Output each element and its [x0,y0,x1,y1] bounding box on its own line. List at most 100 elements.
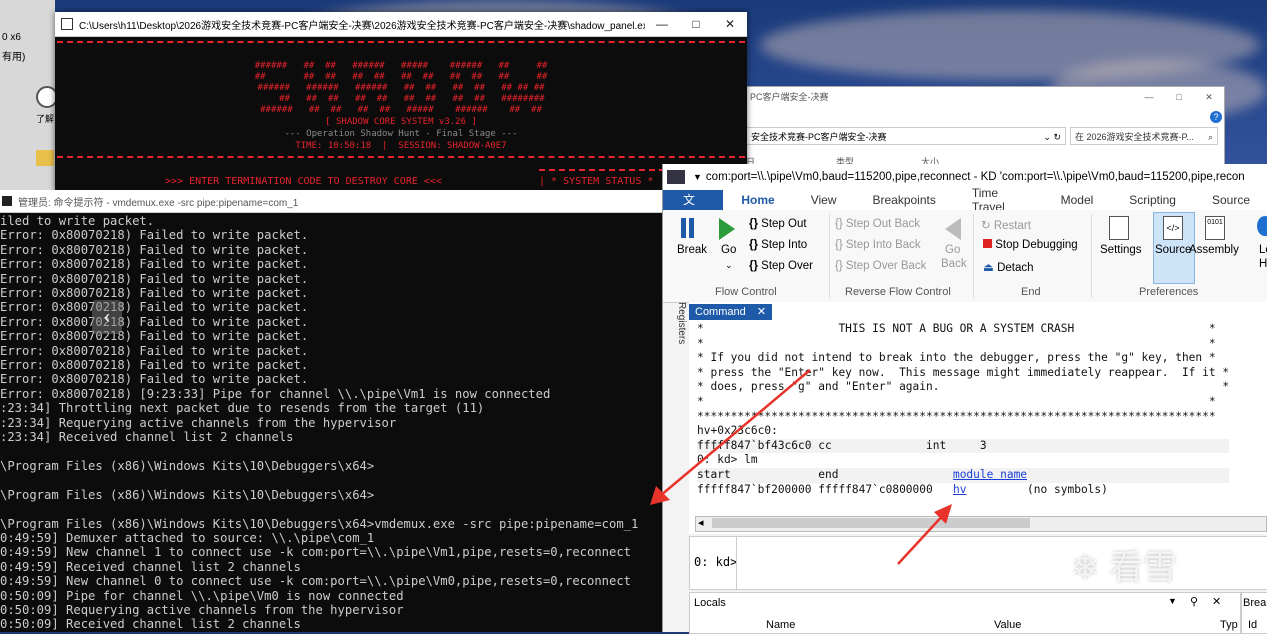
local-label-2[interactable]: He [1259,258,1267,270]
banner-line: ## ## ## ## ## ## ## ## ## ## ## [254,72,548,82]
tab-source[interactable]: Source [1194,193,1267,207]
desktop-window-edge: 0 x6 有用) 了解 [0,0,58,190]
tab-scripting[interactable]: Scripting [1111,193,1194,207]
go-back-label-2[interactable]: Back [941,258,967,270]
search-box[interactable]: 在 2026游戏安全技术竞赛-P... ⌕ [1070,127,1218,145]
cmd-line: 0:49:59] New channel 0 to connect use -k… [0,574,632,589]
cmd-line [0,502,662,516]
help-icon[interactable]: ? [1210,111,1222,123]
operation-line: --- Operation Shadow Hunt - Final Stage … [284,129,518,139]
source-icon: </> [1163,216,1183,240]
step-icon: {} [749,218,758,230]
minimize-icon[interactable]: — [1134,87,1164,107]
cmd-line: Error: 0x80070218) Failed to write packe… [0,271,309,286]
step-over-back-label: Step Over Back [845,260,927,272]
divider [829,214,830,298]
cmd-line [0,473,662,487]
col-value[interactable]: Value [994,619,1021,631]
address-bar[interactable]: 安全技术竞赛-PC客户端安全-决赛 ⌄ ↻ [746,127,1066,145]
step-into-back-label: Step Into Back [845,239,921,251]
annotation-arrow [897,504,952,565]
tab-breakpoints[interactable]: Breakpoints [854,193,953,207]
group-flow-control: Flow Control [715,286,777,298]
step-over-button[interactable]: {} Step Over [749,260,813,272]
shadow-panel-window[interactable]: C:\Users\h11\Desktop\2026游戏安全技术竞赛-PC客户端安… [55,12,747,192]
refresh-icon[interactable]: ⌄ ↻ [1043,128,1061,146]
tab-home[interactable]: Home [723,193,792,207]
step-icon: {} [835,218,843,230]
restart-icon: ↻ [981,220,991,232]
col-type[interactable]: Typ [1220,619,1238,631]
maximize-icon[interactable]: □ [1164,87,1194,107]
step-out-back-label: Step Out Back [845,218,921,230]
kd-prompt: 0: kd> [694,555,738,569]
edge-text: 有用) [2,52,26,63]
settings-button[interactable]: Settings [1100,244,1142,256]
command-tab[interactable]: Command ✕ [689,304,773,320]
chevron-down-icon[interactable]: ▼ [693,172,702,182]
step-into-button[interactable]: {} Step Into [749,239,807,251]
cmd-line: Error: 0x80070218) Failed to write packe… [0,228,309,243]
assembly-button[interactable]: Assembly [1189,244,1239,256]
console-icon [61,18,73,30]
command-line: * THIS IS NOT A BUG OR A SYSTEM CRASH * [697,322,1216,335]
time-session: TIME: 10:50:18 | SESSION: SHADOW-A0E7 [295,141,507,151]
close-icon[interactable]: ✕ [1194,87,1224,107]
stop-debugging-button[interactable]: Stop Debugging [983,239,1078,251]
window-title: C:\Users\h11\Desktop\2026游戏安全技术竞赛-PC客户端安… [79,20,645,32]
restart-button[interactable]: ↻ Restart [981,218,1031,232]
go-button[interactable]: Go [721,244,736,256]
chevron-down-icon[interactable]: ⌄ [725,260,733,271]
tab-file[interactable]: 文件 [663,190,724,227]
break-button[interactable]: Break [677,244,707,256]
step-over-back-button[interactable]: {} Step Over Back [835,260,926,272]
detach-label: Detach [997,262,1034,274]
go-back-label-1[interactable]: Go [945,244,960,256]
cmd-window[interactable]: 管理员: 命令提示符 - vmdemux.exe -src pipe:pipen… [0,190,662,632]
group-end: End [1021,286,1041,298]
source-button[interactable]: Source [1155,244,1191,256]
tab-view[interactable]: View [793,193,855,207]
module-symbols: (no symbols) [966,482,1108,496]
cmd-output: iled to write packet. Error: 0x80070218) … [0,214,662,632]
step-out-button[interactable]: {} Step Out [749,218,807,230]
cmd-line: Error: 0x80070218) Failed to write packe… [0,242,309,257]
cmd-line: 0:49:59] Received channel list 2 channel… [0,559,301,574]
maximize-icon[interactable]: □ [679,17,713,31]
window-title: com:port=\\.\pipe\Vm0,baud=115200,pipe,r… [705,171,1245,183]
folder-icon[interactable] [36,150,54,166]
local-help-icon [1257,216,1267,236]
cmd-line: 0:49:59] Demuxer attached to source: \\.… [0,530,375,545]
system-name: [ SHADOW CORE SYSTEM v3.26 ] [325,117,477,127]
pause-icon [679,218,697,240]
col-id[interactable]: Id [1248,619,1257,631]
locals-title: Locals [694,597,726,609]
minimize-icon[interactable]: — [645,17,679,31]
cmd-line: \Program Files (x86)\Windows Kits\10\Deb… [0,487,375,502]
settings-icon [1109,216,1129,240]
banner-line: ###### ## ## ###### ##### ###### ## ## [254,61,548,71]
close-icon[interactable]: ✕ [757,306,766,318]
ribbon: Break Go ⌄ {} Step Out {} Step Into {} S… [663,210,1267,303]
cmd-line: 0:50:09] Pipe for channel \\.\pipe\Vm0 i… [0,588,404,603]
close-icon[interactable]: ✕ [713,17,747,31]
detach-button[interactable]: ⏏ Detach [983,260,1034,274]
module-hv-link[interactable]: hv [953,483,966,496]
chevron-left-icon[interactable]: ‹ [92,300,122,334]
local-label-1[interactable]: Lo [1259,244,1267,256]
cmd-line: \Program Files (x86)\Windows Kits\10\Deb… [0,458,375,473]
cmd-icon [2,196,12,206]
cmd-line: :23:34] Requerying active channels from … [0,415,397,430]
termination-prompt: >>> ENTER TERMINATION CODE TO DESTROY CO… [165,176,442,187]
explorer-titlebar: PC客户端安全-决赛 — □ ✕ [746,87,1224,107]
watermark: ❄ 看雪 [1071,540,1251,600]
step-out-back-button[interactable]: {} Step Out Back [835,218,920,230]
address-path: 安全技术竞赛-PC客户端安全-决赛 [751,132,887,142]
col-name[interactable]: Name [766,619,795,631]
cmd-line: 0:50:09] Requerying active channels from… [0,602,404,617]
step-over-label: Step Over [761,260,813,272]
module-name-link[interactable]: module name [953,468,1027,481]
cmd-line: 0:49:59] New channel 1 to connect use -k… [0,545,632,560]
tab-model[interactable]: Model [1043,193,1112,207]
step-into-back-button[interactable]: {} Step Into Back [835,239,921,251]
